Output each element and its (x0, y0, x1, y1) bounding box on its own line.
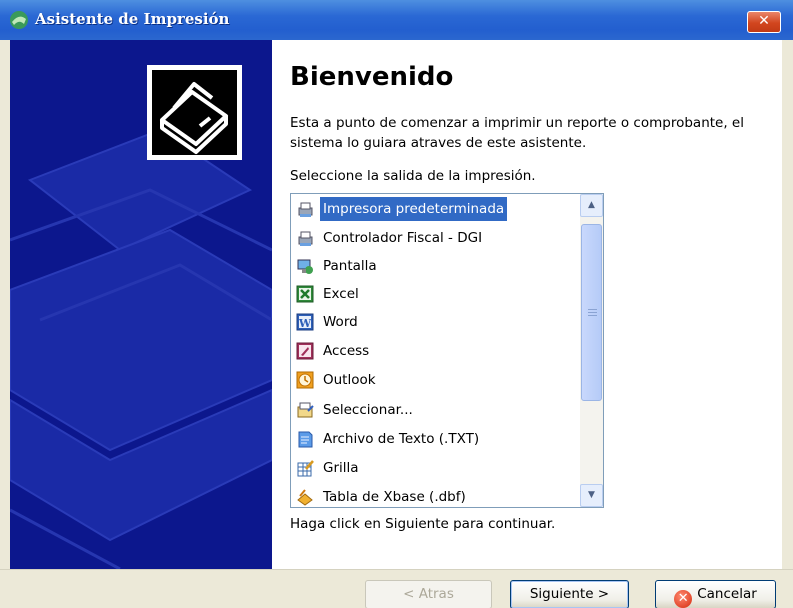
word-icon: W (296, 313, 314, 331)
cancel-button[interactable]: ✕ Cancelar (655, 580, 776, 608)
list-item-label: Outlook (323, 372, 376, 388)
excel-icon (296, 285, 314, 303)
scroll-thumb[interactable] (581, 224, 602, 401)
outlook-icon (296, 371, 314, 389)
cancel-label: Cancelar (697, 586, 757, 602)
printer-icon (298, 231, 313, 246)
close-button[interactable]: ✕ (747, 11, 781, 33)
list-item-label: Seleccionar... (323, 402, 413, 418)
print-wizard-window: Asistente de Impresión ✕ Bienvenido Esta… (0, 0, 793, 608)
svg-text:W: W (298, 317, 312, 330)
list-item-label: Impresora predeterminada (320, 197, 508, 221)
screen-icon (297, 259, 313, 274)
vertical-scrollbar[interactable]: ▲ ▼ (580, 194, 603, 507)
list-item-label: Controlador Fiscal - DGI (323, 230, 483, 246)
list-item-label: Tabla de Xbase (.dbf) (323, 489, 466, 505)
app-icon (10, 11, 28, 29)
window-frame-left (0, 40, 10, 569)
list-item-label: Word (323, 314, 358, 330)
title-bar[interactable]: Asistente de Impresión ✕ (0, 0, 793, 40)
window-title: Asistente de Impresión (35, 10, 230, 28)
printer-icon (298, 202, 313, 217)
select-icon (297, 402, 314, 418)
printer-logo (147, 65, 242, 160)
next-button[interactable]: Siguiente > (510, 580, 629, 608)
side-banner (10, 40, 272, 569)
close-icon: ✕ (758, 13, 770, 29)
scroll-up-button[interactable]: ▲ (580, 194, 603, 217)
printer-icon (160, 82, 228, 154)
list-item-label: Access (323, 343, 370, 359)
output-listbox[interactable]: Impresora predeterminada Controlador Fisc… (290, 193, 604, 508)
list-item-label: Pantalla (323, 258, 377, 274)
text-file-icon (298, 431, 313, 448)
list-item-label: Archivo de Texto (.TXT) (323, 431, 480, 447)
output-prompt-label: Seleccione la salida de la impresión. (290, 168, 536, 184)
description-text: Esta a punto de comenzar a imprimir un r… (290, 115, 744, 151)
grid-icon (297, 460, 314, 477)
back-button[interactable]: < Atras (365, 580, 492, 608)
access-icon (296, 342, 314, 360)
dbf-icon (297, 489, 313, 506)
continue-hint: Haga click en Siguiente para continuar. (290, 516, 556, 532)
list-item-label: Excel (323, 286, 359, 302)
list-item-label: Grilla (323, 460, 359, 476)
page-title: Bienvenido (290, 62, 454, 92)
cancel-icon: ✕ (674, 590, 693, 608)
scroll-down-button[interactable]: ▼ (580, 484, 603, 507)
button-bar: < Atras Siguiente > ✕ Cancelar (0, 569, 793, 608)
